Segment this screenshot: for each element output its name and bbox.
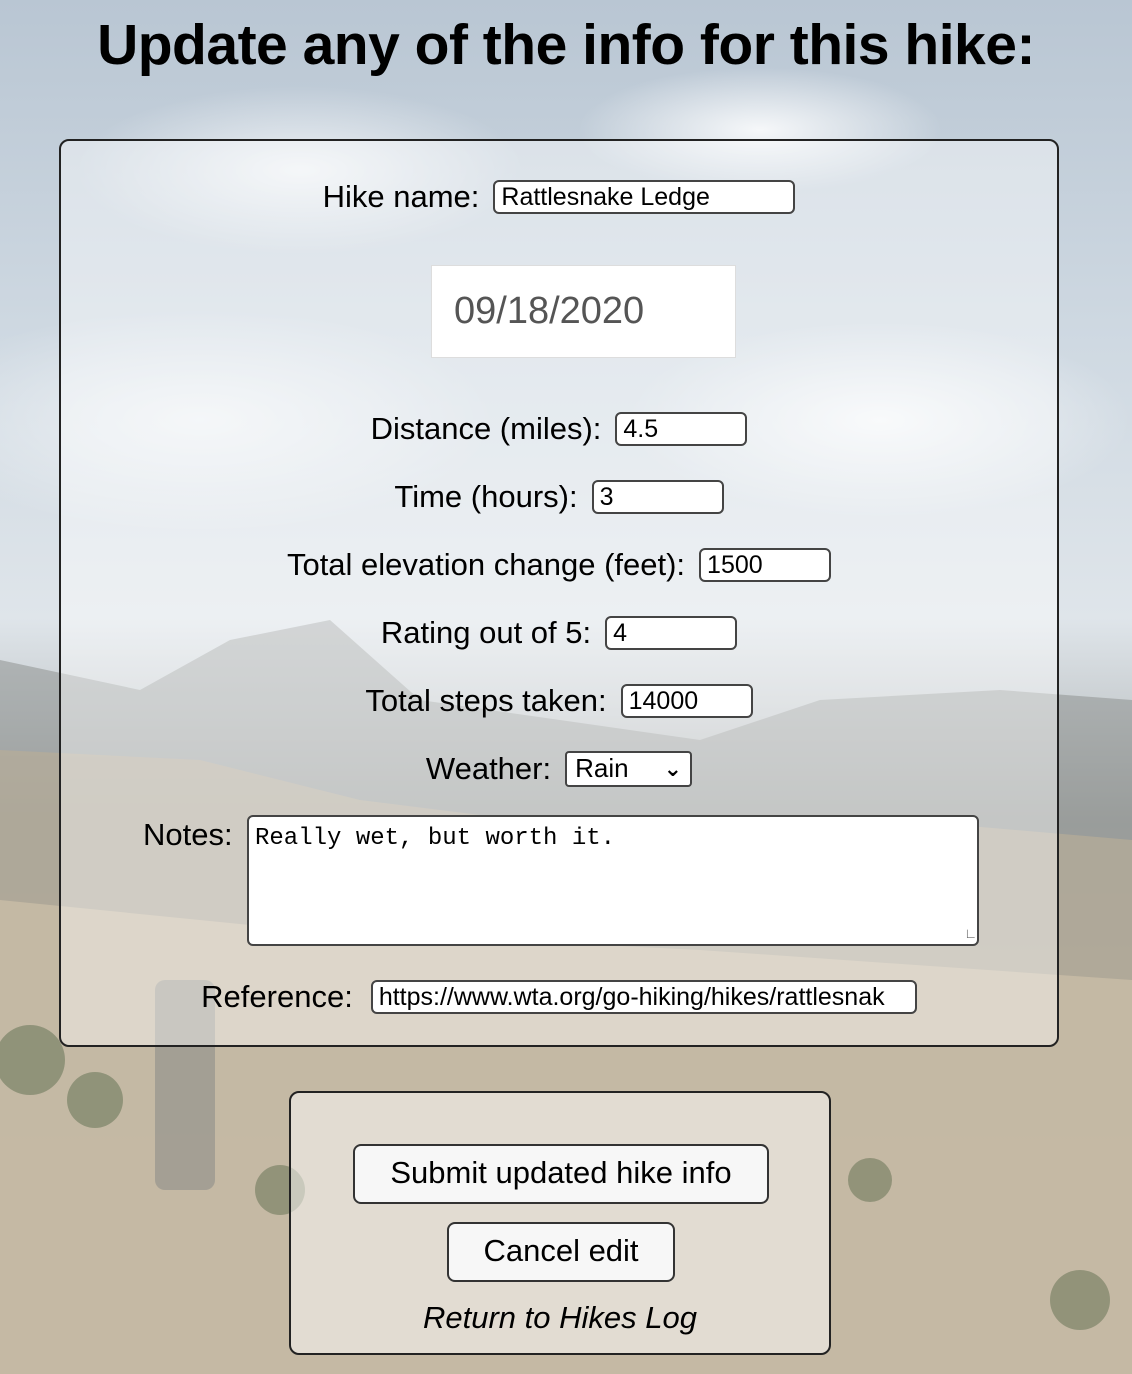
- time-label: Time (hours):: [394, 478, 578, 514]
- hike-name-label: Hike name:: [322, 178, 480, 214]
- hike-name-row: Hike name: Rattlesnake Ledge: [61, 177, 1057, 215]
- weather-select[interactable]: Rain ⌄: [565, 750, 693, 787]
- rating-label: Rating out of 5:: [380, 614, 592, 650]
- elevation-label: Total elevation change (feet):: [286, 546, 686, 582]
- weather-selected-value: Rain: [575, 753, 629, 784]
- distance-row: Distance (miles): 4.5: [61, 409, 1057, 447]
- notes-label: Notes:: [143, 817, 233, 852]
- notes-text: Really wet, but worth it.: [255, 825, 616, 852]
- actions-panel: Submit updated hike info Cancel edit Ret…: [289, 1091, 831, 1355]
- reference-row: Reference: https://www.wta.org/go-hiking/…: [61, 977, 1057, 1015]
- time-input[interactable]: 3: [591, 479, 724, 514]
- reference-label: Reference:: [201, 978, 353, 1014]
- distance-input[interactable]: 4.5: [615, 411, 748, 446]
- rating-row: Rating out of 5: 4: [61, 613, 1057, 651]
- steps-label: Total steps taken:: [365, 682, 607, 718]
- elevation-row: Total elevation change (feet): 1500: [61, 545, 1057, 583]
- steps-row: Total steps taken: 14000: [61, 681, 1057, 719]
- hike-name-input[interactable]: Rattlesnake Ledge: [493, 179, 796, 214]
- distance-label: Distance (miles):: [370, 410, 602, 446]
- steps-input[interactable]: 14000: [620, 683, 753, 718]
- elevation-input[interactable]: 1500: [699, 547, 832, 582]
- weather-label: Weather:: [425, 750, 552, 786]
- rating-input[interactable]: 4: [605, 615, 738, 650]
- page-title: Update any of the info for this hike:: [97, 13, 1035, 77]
- time-row: Time (hours): 3: [61, 477, 1057, 515]
- date-input[interactable]: 09/18/2020: [431, 265, 736, 358]
- weather-row: Weather: Rain ⌄: [61, 749, 1057, 787]
- reference-input[interactable]: https://www.wta.org/go-hiking/hikes/ratt…: [370, 979, 917, 1014]
- return-to-hikes-log-link[interactable]: Return to Hikes Log: [291, 1300, 829, 1336]
- chevron-down-icon: ⌄: [663, 755, 683, 781]
- submit-button[interactable]: Submit updated hike info: [353, 1144, 769, 1204]
- notes-textarea[interactable]: Really wet, but worth it. ∟: [247, 815, 979, 946]
- hike-edit-form: Hike name: Rattlesnake Ledge 09/18/2020 D…: [59, 139, 1059, 1047]
- resize-grip-icon[interactable]: ∟: [967, 928, 975, 942]
- cancel-button[interactable]: Cancel edit: [447, 1222, 675, 1282]
